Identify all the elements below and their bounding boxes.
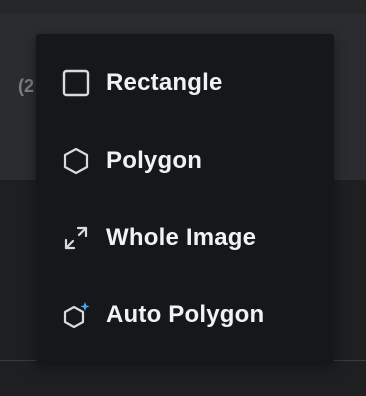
annotation-tool-menu: Rectangle Polygon Whole Image Auto Polyg…: [36, 34, 334, 362]
background-top-bar: [0, 0, 366, 14]
menu-item-whole-image[interactable]: Whole Image: [36, 208, 334, 268]
auto-polygon-icon: [61, 300, 91, 330]
menu-item-polygon[interactable]: Polygon: [36, 131, 334, 191]
menu-item-rectangle[interactable]: Rectangle: [36, 53, 334, 113]
menu-item-label: Polygon: [106, 147, 203, 174]
menu-item-label: Whole Image: [106, 224, 257, 251]
hexagon-icon: [61, 146, 91, 176]
rectangle-icon: [61, 68, 91, 98]
menu-item-auto-polygon[interactable]: Auto Polygon: [36, 285, 334, 345]
expand-diagonal-icon: [61, 223, 91, 253]
menu-item-label: Auto Polygon: [106, 301, 265, 328]
background-partial-text: (2: [18, 76, 35, 96]
menu-item-label: Rectangle: [106, 69, 223, 96]
